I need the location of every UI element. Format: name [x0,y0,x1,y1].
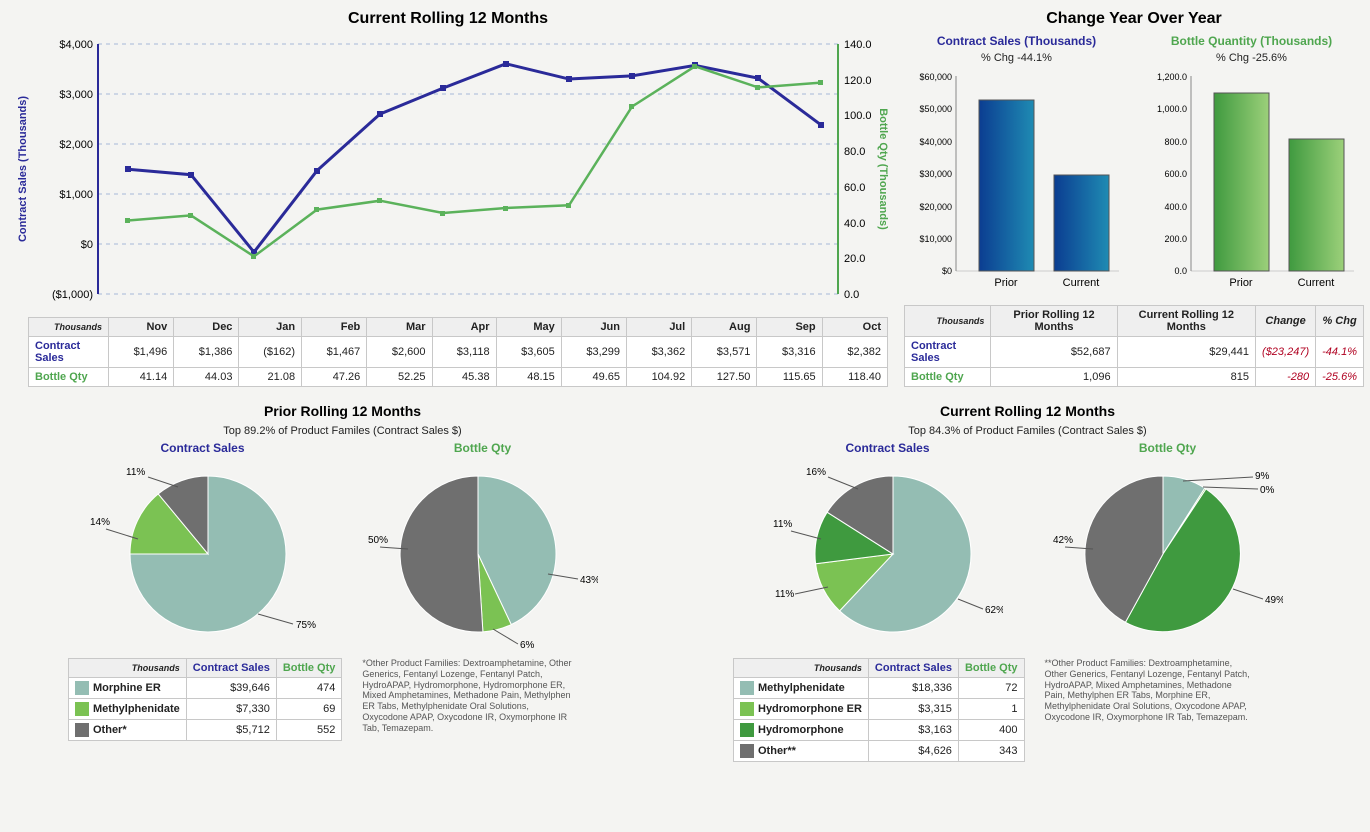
curr-pie-cs: 62% 11% 11% 16% [773,459,1003,649]
svg-text:Contract Sales (Thousands): Contract Sales (Thousands) [17,96,29,242]
svg-text:140.0: 140.0 [844,39,872,51]
svg-text:6%: 6% [520,640,535,649]
svg-text:0.0: 0.0 [1174,266,1187,276]
svg-text:Current: Current [1063,277,1100,289]
svg-text:$50,000: $50,000 [919,104,952,114]
svg-text:$20,000: $20,000 [919,202,952,212]
yoy-table: Thousands Prior Rolling 12 Months Curren… [904,305,1364,387]
prior-pie-cs: 75% 14% 11% [88,459,318,649]
svg-text:Prior: Prior [994,277,1018,289]
prior-product-table: ThousandsContract SalesBottle Qty Morphi… [68,658,342,741]
svg-text:Bottle Qty (Thousands): Bottle Qty (Thousands) [877,108,888,230]
svg-text:49%: 49% [1265,595,1283,606]
svg-text:$2,000: $2,000 [59,139,93,151]
yoy-title: Change Year Over Year [904,10,1364,28]
yoy-bar1-title: Contract Sales (Thousands) [904,34,1129,48]
prior-subtitle: Top 89.2% of Product Familes (Contract S… [8,425,677,437]
svg-text:0.0: 0.0 [844,289,859,301]
svg-text:9%: 9% [1255,471,1270,482]
yoy-bar2-sub: % Chg -25.6% [1139,52,1364,64]
rolling-table: Thousands NovDecJanFeb MarAprMayJun JulA… [28,317,888,387]
curr-footnote: **Other Product Families: Dextroamphetam… [1045,658,1255,723]
curr-title: Current Rolling 12 Months [693,403,1362,419]
rolling-line-chart: ($1,000) $0 $1,000 $2,000 $3,000 $4,000 … [8,34,888,314]
svg-text:1,200.0: 1,200.0 [1157,72,1187,82]
prior-pie-bq-title: Bottle Qty [368,441,598,455]
svg-text:$3,000: $3,000 [59,89,93,101]
svg-text:20.0: 20.0 [844,253,865,265]
yoy-bar1-chart: $0$10,000 $20,000$30,000 $40,000$50,000 … [904,64,1129,294]
svg-text:80.0: 80.0 [844,146,865,158]
yoy-bar2-title: Bottle Quantity (Thousands) [1139,34,1364,48]
svg-text:75%: 75% [296,620,316,631]
prior-title: Prior Rolling 12 Months [8,403,677,419]
svg-text:50%: 50% [368,535,388,546]
svg-text:$0: $0 [942,266,952,276]
svg-text:120.0: 120.0 [844,75,872,87]
svg-text:43%: 43% [580,575,598,586]
svg-text:1,000.0: 1,000.0 [1157,104,1187,114]
prior-pie-bq: 43% 6% 50% [368,459,598,649]
svg-text:Prior: Prior [1229,277,1253,289]
svg-text:0%: 0% [1260,485,1275,496]
svg-text:200.0: 200.0 [1164,234,1187,244]
svg-text:$1,000: $1,000 [59,189,93,201]
svg-text:600.0: 600.0 [1164,169,1187,179]
curr-product-table: ThousandsContract SalesBottle Qty Methyl… [733,658,1025,762]
svg-text:16%: 16% [806,467,826,478]
svg-text:62%: 62% [985,605,1003,616]
svg-text:$10,000: $10,000 [919,234,952,244]
svg-text:11%: 11% [773,519,792,530]
svg-text:$60,000: $60,000 [919,72,952,82]
curr-pie-bq-title: Bottle Qty [1053,441,1283,455]
svg-text:60.0: 60.0 [844,182,865,194]
svg-text:11%: 11% [126,467,145,478]
prior-footnote: *Other Product Families: Dextroamphetami… [362,658,572,734]
svg-text:14%: 14% [90,517,110,528]
rolling-title: Current Rolling 12 Months [8,10,888,28]
svg-text:42%: 42% [1053,535,1073,546]
svg-text:11%: 11% [775,589,794,600]
svg-text:$4,000: $4,000 [59,39,93,51]
prior-pie-cs-title: Contract Sales [88,441,318,455]
yoy-bar2-chart: 0.0 200.0 400.0 600.0 800.0 1,000.0 1,200.0… [1139,64,1364,294]
svg-text:40.0: 40.0 [844,218,865,230]
curr-pie-bq: 9% 0% 49% 42% [1053,459,1283,649]
svg-text:($1,000): ($1,000) [52,289,93,301]
svg-text:Current: Current [1298,277,1335,289]
svg-text:800.0: 800.0 [1164,137,1187,147]
curr-subtitle: Top 84.3% of Product Familes (Contract S… [693,425,1362,437]
svg-text:$30,000: $30,000 [919,169,952,179]
svg-text:$40,000: $40,000 [919,137,952,147]
svg-text:400.0: 400.0 [1164,202,1187,212]
yoy-bar1-sub: % Chg -44.1% [904,52,1129,64]
svg-text:100.0: 100.0 [844,110,872,122]
curr-pie-cs-title: Contract Sales [773,441,1003,455]
svg-text:$0: $0 [81,239,93,251]
